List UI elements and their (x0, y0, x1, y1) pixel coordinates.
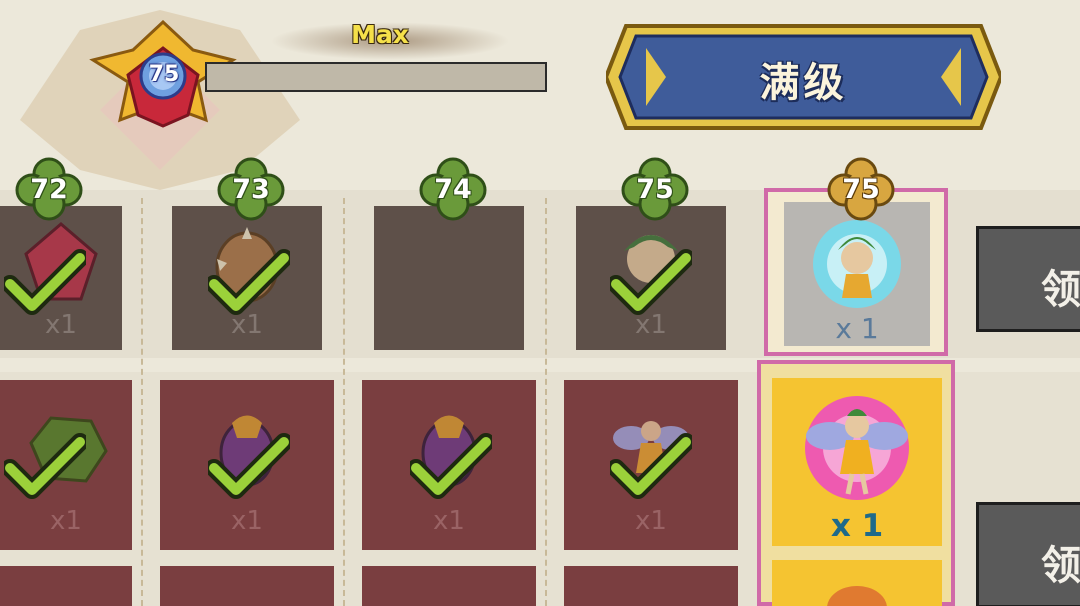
battle-pass-screen: 75 Max 满级 x1 x1 x1 x1 x1 x1 x1 72 73 74 … (0, 0, 1080, 606)
claimed-check-icon (4, 249, 86, 315)
claimed-check-icon (610, 433, 692, 499)
orange-item-icon (827, 586, 887, 606)
claimed-check-icon (4, 433, 86, 499)
claimed-check-icon (410, 433, 492, 499)
fairy-figure-icon (805, 396, 909, 500)
player-level-number: 75 (148, 62, 180, 87)
premium-reward-cell-next-current[interactable] (772, 560, 942, 606)
reward-quantity: x 1 (830, 508, 884, 544)
claim-premium-button[interactable]: 领 (976, 502, 1080, 606)
experience-bar (205, 62, 547, 92)
claimed-check-icon (208, 433, 290, 499)
level-number: 74 (434, 174, 472, 205)
level-number-current: 75 (842, 174, 880, 205)
claim-button-label: 领 (1041, 267, 1080, 313)
max-label: Max (351, 20, 409, 49)
fairy-portrait-icon (813, 220, 901, 308)
level-number: 75 (636, 174, 674, 205)
column-divider (545, 198, 547, 606)
claimed-check-icon (610, 249, 692, 315)
reward-quantity: x1 (231, 506, 263, 536)
premium-reward-cell-next[interactable] (160, 566, 334, 606)
reward-quantity: x 1 (835, 312, 879, 345)
free-reward-cell-74[interactable] (374, 206, 524, 350)
reward-quantity: x1 (433, 506, 465, 536)
premium-reward-cell-next[interactable] (564, 566, 738, 606)
claim-button-label: 领 (1041, 543, 1080, 589)
column-divider (141, 198, 143, 606)
reward-quantity: x1 (50, 506, 82, 536)
max-level-title: 满级 (759, 60, 848, 106)
level-number: 73 (232, 174, 270, 205)
claimed-check-icon (208, 249, 290, 315)
premium-reward-cell-next[interactable] (0, 566, 132, 606)
column-divider (343, 198, 345, 606)
premium-reward-cell-next[interactable] (362, 566, 536, 606)
claim-free-button[interactable]: 领 (976, 226, 1080, 332)
reward-quantity: x1 (635, 506, 667, 536)
level-number: 72 (30, 174, 68, 205)
